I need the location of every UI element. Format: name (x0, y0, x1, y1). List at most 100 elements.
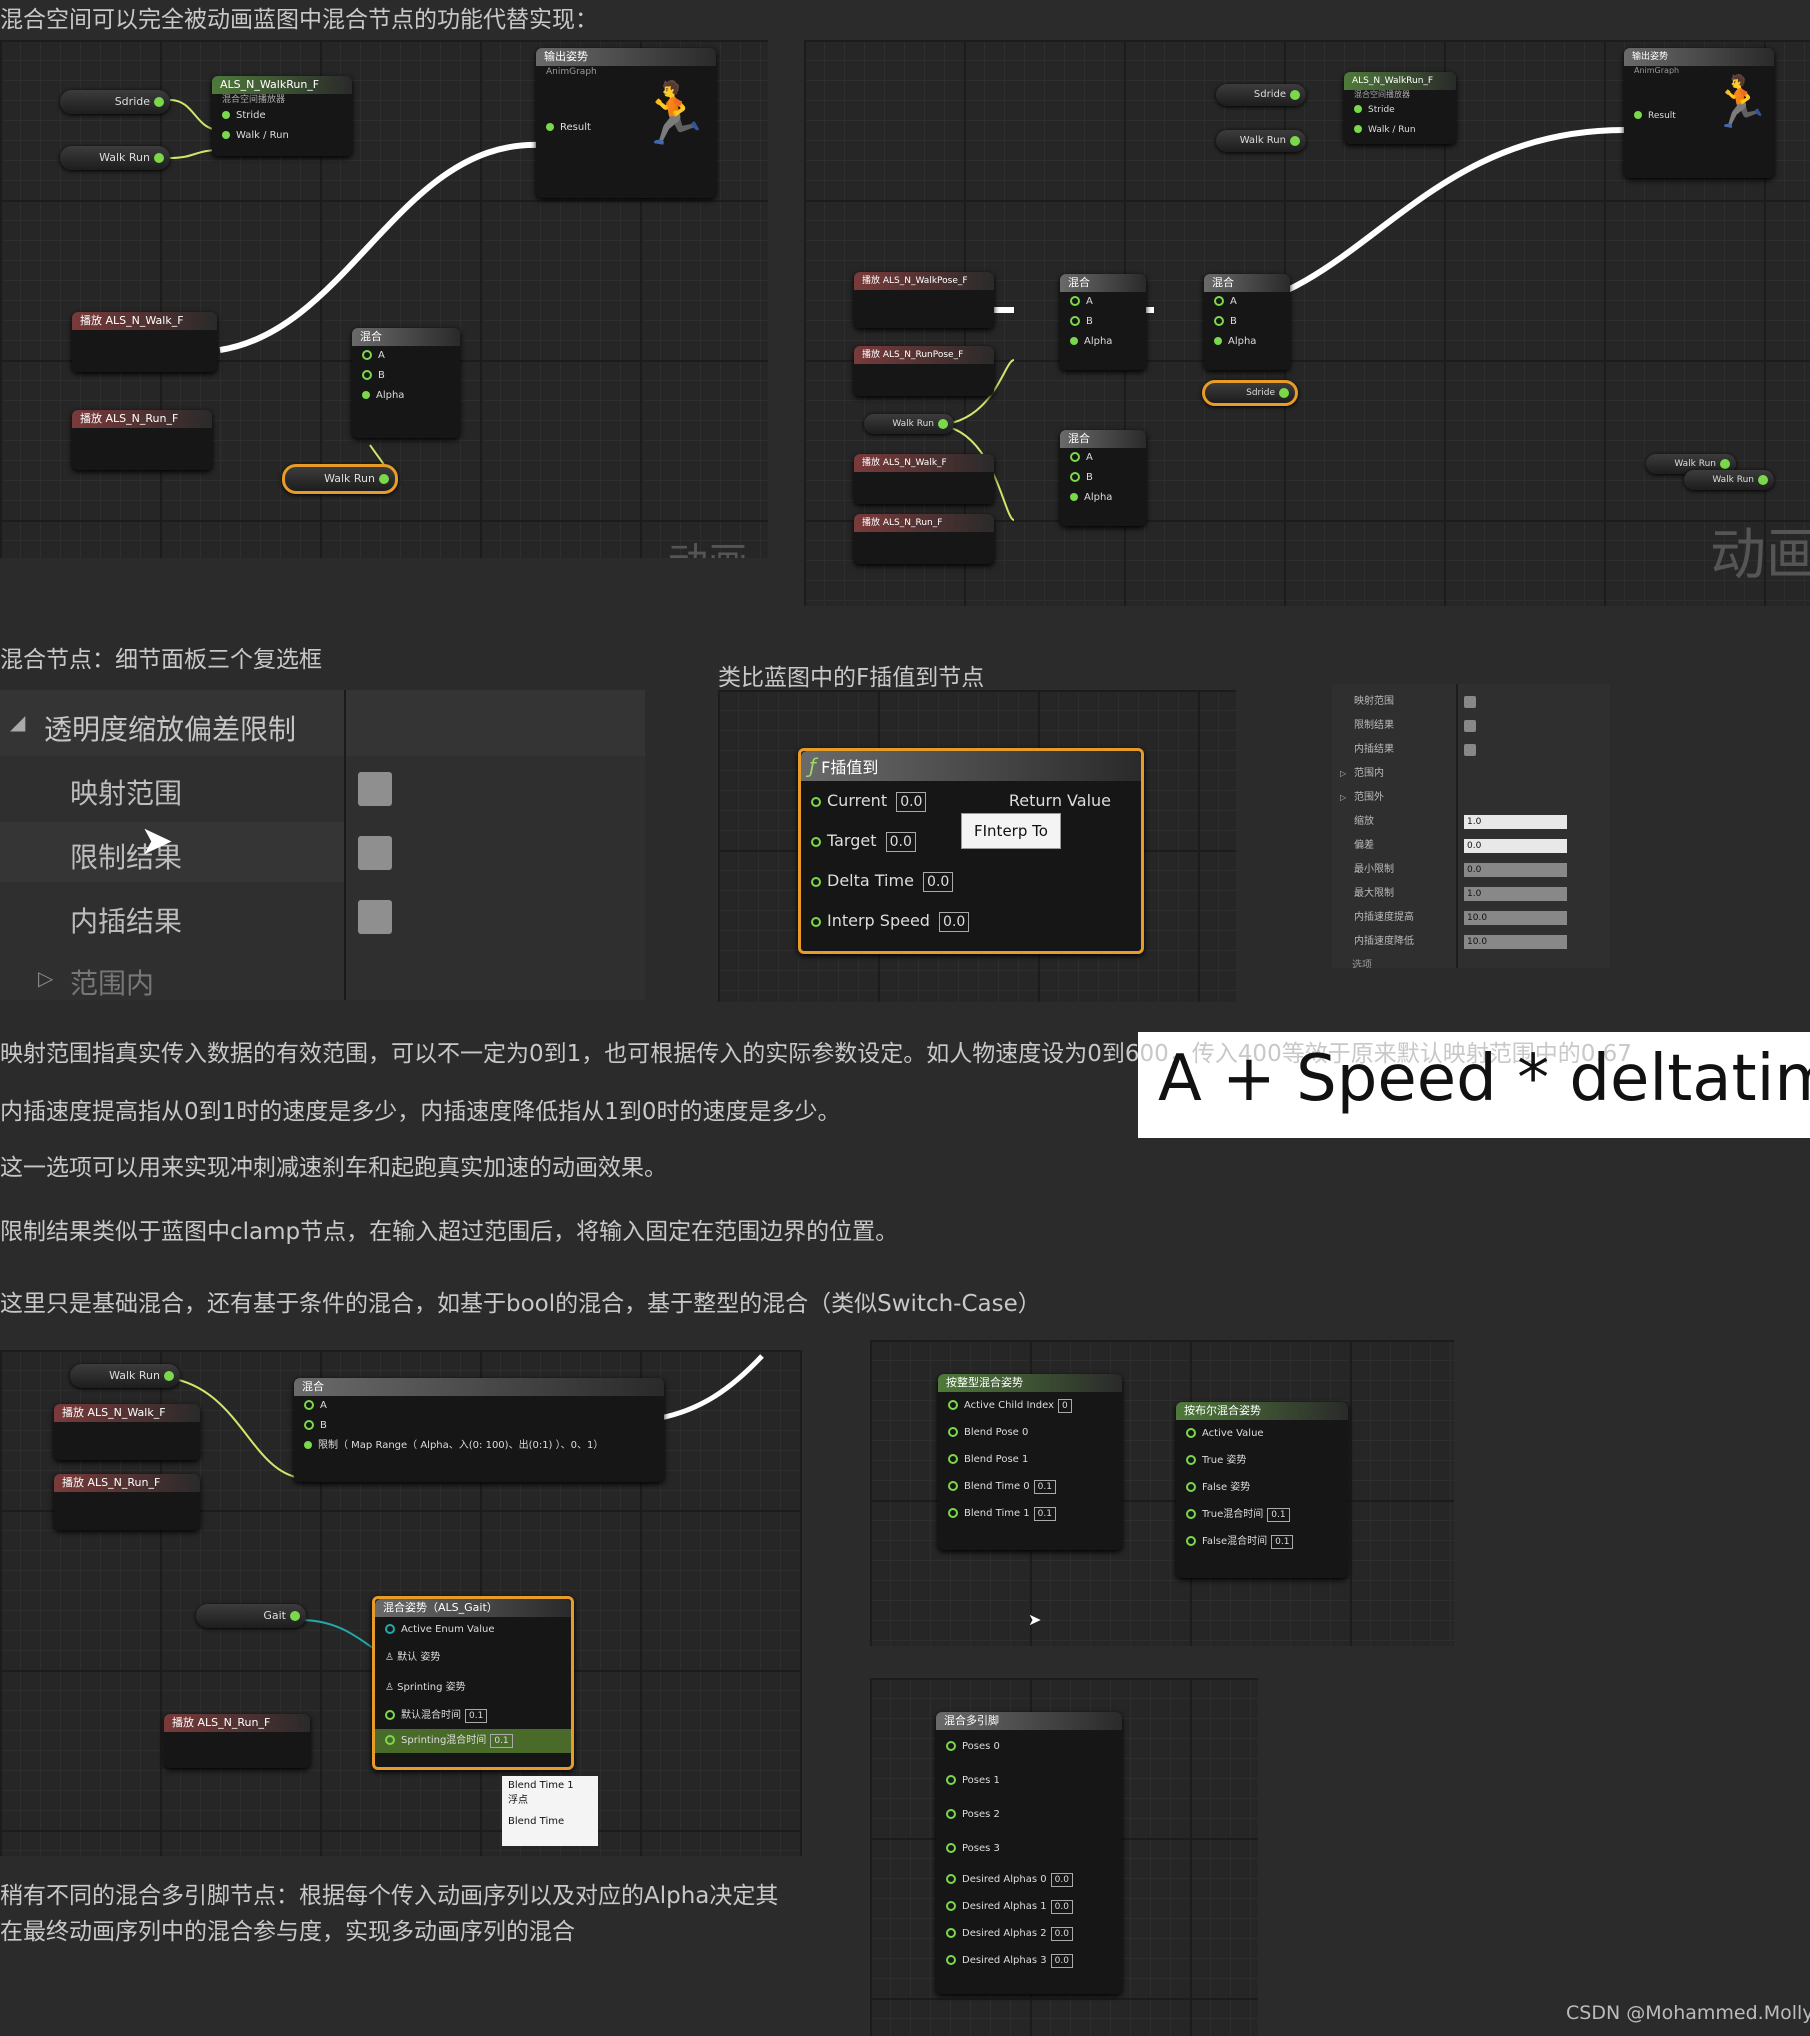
var-walkrun-floating-2[interactable]: Walk Run (1684, 470, 1774, 490)
pin-icon[interactable] (385, 1735, 395, 1745)
pin-icon[interactable] (1070, 493, 1078, 501)
pin-icon[interactable] (946, 1809, 956, 1819)
pin-icon[interactable] (385, 1710, 395, 1720)
small-value-field[interactable]: 10.0 (1464, 911, 1567, 925)
pin-icon[interactable] (948, 1481, 958, 1491)
int-blend-node[interactable]: 按整型混合姿势 Active Child Index 0 Blend Pose 0 B… (938, 1374, 1122, 1550)
pin-icon[interactable] (811, 876, 821, 887)
pin-icon[interactable] (946, 1901, 956, 1911)
pin-icon[interactable] (304, 1400, 314, 1410)
checkbox-map-range[interactable] (358, 772, 392, 806)
collapse-arrow-icon[interactable]: ◢ (10, 710, 25, 734)
small-checkbox[interactable] (1464, 696, 1476, 708)
node-row-value[interactable]: 0.1 (1271, 1535, 1294, 1549)
pin-icon[interactable] (946, 1955, 956, 1965)
enum-sprint-time-value[interactable]: 0.1 (490, 1734, 513, 1748)
enum-blend-node[interactable]: 混合姿势（ALS_Gait） Active Enum Value ♙ 默认 姿势… (372, 1596, 574, 1770)
finterp-interpspeed-value[interactable]: 0.0 (939, 912, 970, 932)
var-sdride-selected[interactable]: Sdride (1202, 380, 1298, 406)
pin-icon[interactable] (1186, 1509, 1196, 1519)
pin-icon[interactable] (1634, 111, 1642, 119)
pin-icon[interactable] (1214, 337, 1222, 345)
pin-icon[interactable] (946, 1843, 956, 1853)
pin-icon[interactable] (811, 796, 821, 807)
finterp-node[interactable]: ƒ F插值到 Current 0.0 Return Value Target 0… (798, 748, 1144, 954)
pin-icon[interactable] (811, 916, 821, 927)
pin-icon[interactable] (1070, 316, 1080, 326)
checkbox-clamp[interactable] (358, 836, 392, 870)
pin-icon[interactable] (1354, 105, 1362, 113)
pin-icon[interactable] (1354, 125, 1362, 133)
blend-node-2[interactable]: 混合 A B Alpha (1204, 274, 1290, 370)
enum-default-time-value[interactable]: 0.1 (465, 1709, 488, 1723)
node-row-value[interactable]: 0.0 (1050, 1954, 1073, 1968)
play-walk-node[interactable]: 播放 ALS_N_Walk_F (854, 454, 994, 504)
pin-icon[interactable] (946, 1775, 956, 1785)
node-row-value[interactable]: 0.1 (1033, 1507, 1056, 1521)
var-walkrun[interactable]: Walk Run (60, 146, 170, 170)
blend-node[interactable]: 混合 A B Alpha (352, 328, 460, 438)
expand-arrow-icon[interactable]: ▷ (1340, 786, 1346, 810)
play-walk-node[interactable]: 播放 ALS_N_Walk_F (54, 1404, 200, 1460)
pin-icon[interactable] (1070, 296, 1080, 306)
blendspace-node[interactable]: ALS_N_WalkRun_F 混合空间播放器 Stride Walk / Ru… (212, 76, 352, 156)
pin-icon[interactable] (946, 1741, 956, 1751)
finterp-target-value[interactable]: 0.0 (885, 832, 916, 852)
node-row-value[interactable]: 0.1 (1033, 1480, 1056, 1494)
small-value-field[interactable]: 1.0 (1464, 887, 1567, 901)
blend-node[interactable]: 混合 A B 限制（ Map Range（ Alpha、入(0: 100)、出(… (294, 1378, 664, 1482)
small-checkbox[interactable] (1464, 744, 1476, 756)
play-run-node[interactable]: 播放 ALS_N_Run_F (72, 410, 212, 470)
pin-icon[interactable] (362, 350, 372, 360)
blendspace-node[interactable]: ALS_N_WalkRun_F 混合空间播放器 Stride Walk / Ru… (1344, 72, 1456, 144)
small-checkbox[interactable] (1464, 720, 1476, 732)
finterp-current-value[interactable]: 0.0 (896, 792, 927, 812)
bool-blend-node[interactable]: 按布尔混合姿势 Active Value True 姿势 False 姿势 True混… (1176, 1402, 1348, 1578)
multi-blend-node[interactable]: 混合多引脚 Poses 0 Poses 1 Poses 2 Poses 3 Desire… (936, 1712, 1122, 1994)
node-row-value[interactable]: 0.0 (1050, 1900, 1073, 1914)
small-value-field[interactable]: 0.0 (1464, 863, 1567, 877)
pin-icon[interactable] (948, 1454, 958, 1464)
pin-icon[interactable] (385, 1624, 395, 1634)
finterp-deltatime-value[interactable]: 0.0 (923, 872, 954, 892)
node-row-value[interactable]: 0.1 (1267, 1508, 1290, 1522)
pin-icon[interactable] (304, 1441, 312, 1449)
node-row-value[interactable]: 0.0 (1050, 1927, 1073, 1941)
pin-icon[interactable] (222, 131, 230, 139)
pin-icon[interactable] (362, 370, 372, 380)
play-walk-node[interactable]: 播放 ALS_N_Walk_F (72, 312, 217, 372)
pin-icon[interactable] (304, 1420, 314, 1430)
play-run-node-2[interactable]: 播放 ALS_N_Run_F (164, 1714, 310, 1768)
pin-icon[interactable] (222, 111, 230, 119)
expand-arrow-icon[interactable]: ▷ (38, 966, 53, 990)
checkbox-interp[interactable] (358, 900, 392, 934)
expand-arrow-icon[interactable]: ▷ (1340, 762, 1346, 786)
node-row-value[interactable]: 0.0 (1050, 1873, 1073, 1887)
play-walkpose-node[interactable]: 播放 ALS_N_WalkPose_F (854, 272, 994, 328)
var-walkrun-2[interactable]: Walk Run (864, 414, 954, 434)
pin-icon[interactable] (946, 1874, 956, 1884)
blend-node-3[interactable]: 混合 A B Alpha (1060, 430, 1146, 526)
pin-icon[interactable] (1214, 296, 1224, 306)
pin-icon[interactable] (1070, 452, 1080, 462)
pin-icon[interactable] (948, 1508, 958, 1518)
pin-icon[interactable] (1186, 1428, 1196, 1438)
small-value-field[interactable]: 10.0 (1464, 935, 1567, 949)
pin-icon[interactable] (946, 1928, 956, 1938)
play-runpose-node[interactable]: 播放 ALS_N_RunPose_F (854, 346, 994, 396)
play-run-node[interactable]: 播放 ALS_N_Run_F (54, 1474, 200, 1530)
pin-icon[interactable] (948, 1427, 958, 1437)
pin-icon[interactable] (1186, 1482, 1196, 1492)
output-pose-node[interactable]: 输出姿势 AnimGraph Result 🏃 (1624, 48, 1774, 178)
small-value-field[interactable]: 1.0 (1464, 815, 1567, 829)
pin-icon[interactable] (811, 836, 821, 847)
blend-node-1[interactable]: 混合 A B Alpha (1060, 274, 1146, 370)
var-sdride[interactable]: Sdride (1216, 84, 1306, 106)
var-walkrun-selected[interactable]: Walk Run (282, 464, 398, 494)
pin-icon[interactable] (1070, 472, 1080, 482)
var-walkrun[interactable]: Walk Run (70, 1364, 180, 1388)
play-run-node[interactable]: 播放 ALS_N_Run_F (854, 514, 994, 564)
pin-icon[interactable] (362, 391, 370, 399)
var-gait[interactable]: Gait (196, 1604, 306, 1628)
pin-icon[interactable] (1214, 316, 1224, 326)
